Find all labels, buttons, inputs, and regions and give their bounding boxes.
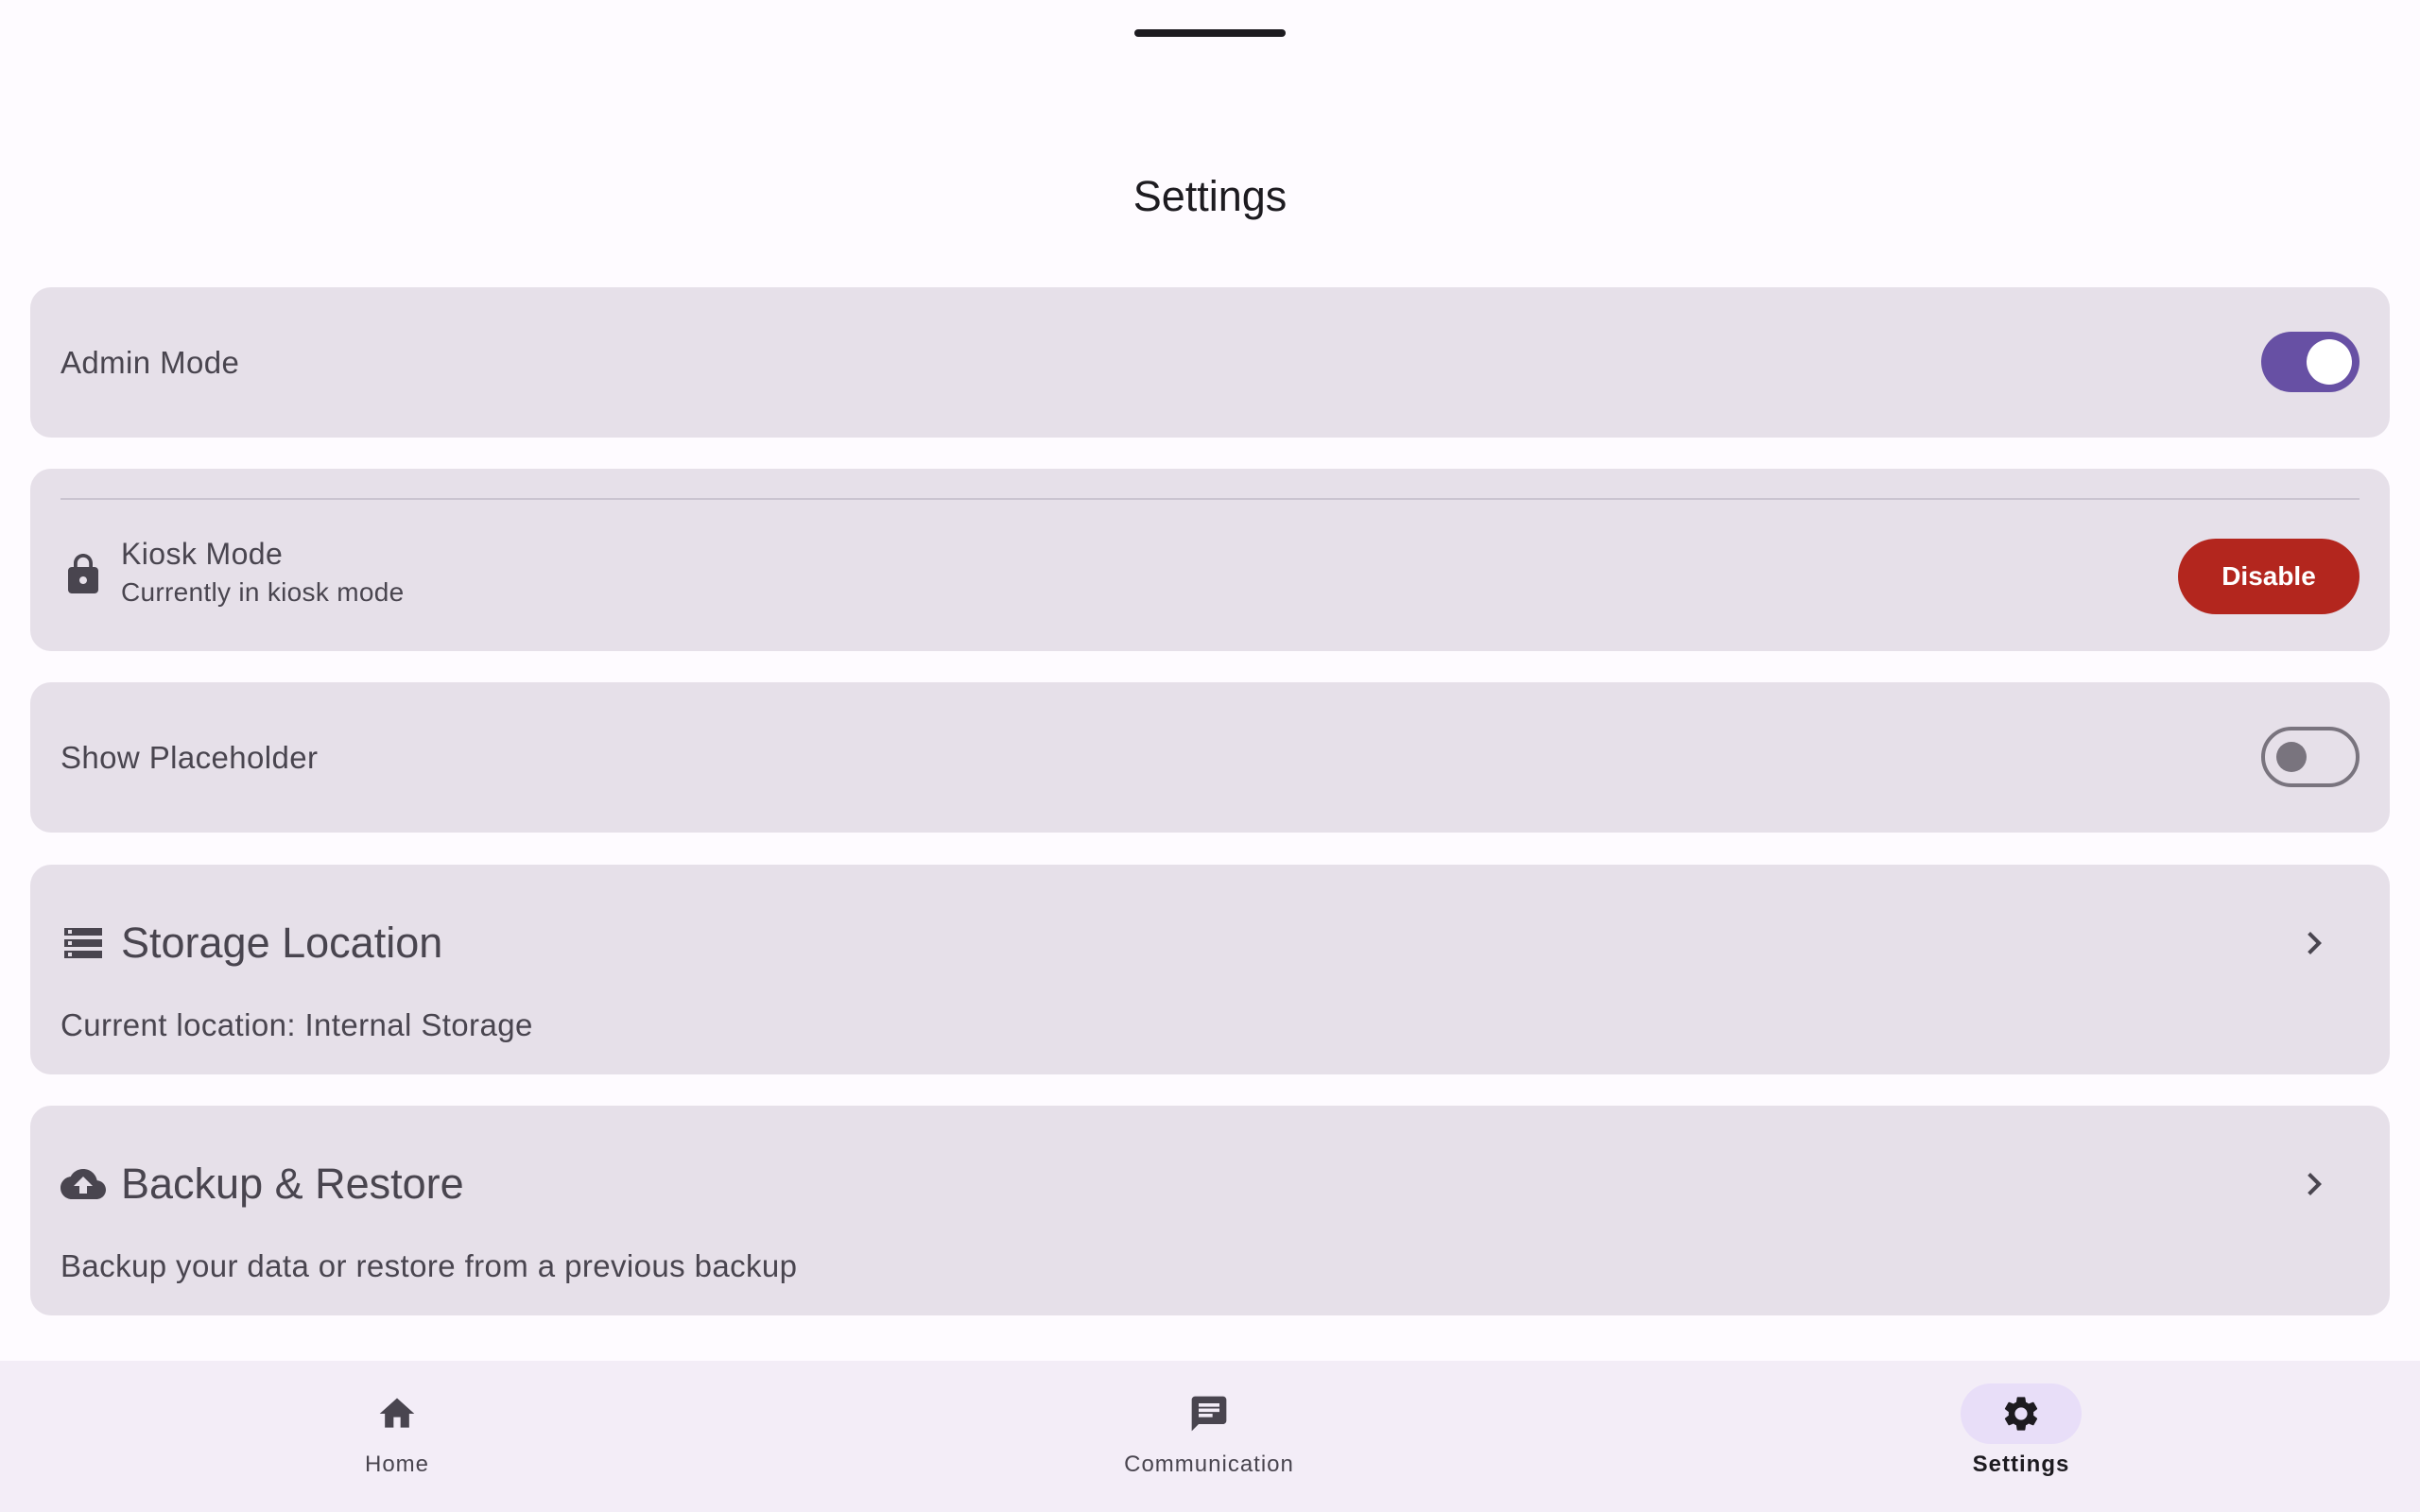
storage-location-card[interactable]: Storage Location Current location: Inter… — [30, 865, 2390, 1074]
admin-mode-card: Admin Mode — [30, 287, 2390, 438]
show-placeholder-label: Show Placeholder — [60, 740, 319, 775]
cloud-upload-icon — [60, 1169, 106, 1199]
page-title: Settings — [1132, 172, 1288, 220]
kiosk-mode-card: Kiosk Mode Currently in kiosk mode Disab… — [30, 469, 2390, 651]
storage-icon — [64, 928, 102, 958]
chat-icon — [1191, 1396, 1227, 1432]
divider — [60, 498, 2360, 500]
lock-icon — [68, 554, 98, 593]
gear-icon — [2004, 1397, 2038, 1431]
nav-item-communication[interactable]: Communication — [1067, 1361, 1351, 1512]
bottom-navigation: Home Communication Settings — [0, 1361, 2420, 1512]
disable-kiosk-button[interactable]: Disable — [2178, 539, 2360, 614]
backup-restore-title: Backup & Restore — [121, 1160, 464, 1208]
kiosk-mode-title: Kiosk Mode — [121, 537, 284, 571]
admin-mode-switch[interactable] — [2261, 332, 2360, 392]
chevron-right-icon[interactable] — [2291, 1161, 2337, 1207]
nav-item-settings[interactable]: Settings — [1879, 1361, 2163, 1512]
switch-thumb — [2307, 339, 2352, 385]
home-icon — [379, 1398, 415, 1428]
chevron-right-icon[interactable] — [2291, 920, 2337, 966]
drag-handle[interactable] — [1134, 29, 1286, 37]
storage-location-title: Storage Location — [121, 919, 443, 967]
switch-thumb — [2276, 742, 2307, 772]
backup-restore-description: Backup your data or restore from a previ… — [60, 1248, 798, 1283]
nav-item-home[interactable]: Home — [255, 1361, 539, 1512]
show-placeholder-card: Show Placeholder — [30, 682, 2390, 833]
kiosk-mode-subtitle: Currently in kiosk mode — [121, 577, 405, 607]
admin-mode-label: Admin Mode — [60, 345, 240, 380]
storage-location-description: Current location: Internal Storage — [60, 1007, 533, 1042]
backup-restore-card[interactable]: Backup & Restore Backup your data or res… — [30, 1106, 2390, 1315]
show-placeholder-switch[interactable] — [2261, 727, 2360, 787]
nav-label-home: Home — [364, 1452, 430, 1477]
nav-label-communication: Communication — [1124, 1452, 1294, 1477]
nav-label-settings: Settings — [1972, 1452, 2070, 1477]
